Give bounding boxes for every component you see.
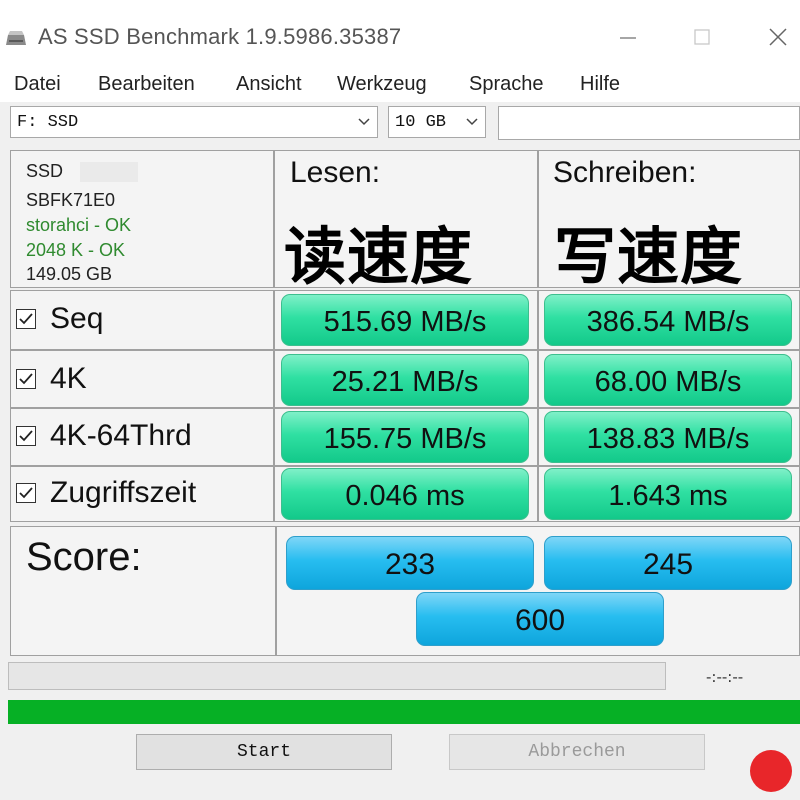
menu-ansicht[interactable]: Ansicht [236,73,302,96]
row-label-seq: Seq [16,302,103,336]
minimize-icon [620,37,636,39]
seq-write-result: 386.54 MB/s [544,294,792,346]
cancel-button[interactable]: Abbrechen [449,734,705,770]
chevron-down-icon [466,118,478,126]
start-button[interactable]: Start [136,734,392,770]
title-bar: AS SSD Benchmark 1.9.5986.35387 [0,0,800,70]
read-annotation: 读速度 [284,220,474,293]
write-column-label: Schreiben: [553,156,697,189]
drive-icon [6,31,26,45]
menu-hilfe[interactable]: Hilfe [580,73,620,96]
progress-bar [8,662,666,690]
driver-status: storahci - OK [26,215,132,235]
seq-label: Seq [50,302,104,335]
4k-label: 4K [50,362,87,395]
drive-name: SSD [26,161,64,181]
4k-read-result: 25.21 MB/s [281,354,529,406]
maximize-button[interactable] [680,16,724,56]
access-checkbox[interactable] [16,483,36,503]
row-label-4k64: 4K-64Thrd [16,419,192,453]
window-title: AS SSD Benchmark 1.9.5986.35387 [38,24,402,49]
drive-select[interactable]: F: SSD [10,106,378,138]
menu-datei[interactable]: Datei [14,73,61,96]
watermark-logo [750,750,792,792]
score-total: 600 [416,592,664,646]
elapsed-time: -:--:-- [706,668,744,686]
size-select-value: 10 GB [395,113,447,132]
drive-capacity: 149.05 GB [26,264,113,284]
close-icon [769,28,787,46]
status-bar [8,700,800,724]
menu-bar: Datei Bearbeiten Ansicht Werkzeug Sprach… [0,70,800,102]
menu-werkzeug[interactable]: Werkzeug [337,73,427,96]
checkmark-icon [19,313,33,325]
access-label: Zugriffszeit [50,476,197,509]
checkmark-icon [19,373,33,385]
row-label-4k: 4K [16,362,87,396]
menu-bearbeiten[interactable]: Bearbeiten [98,73,195,96]
size-select[interactable]: 10 GB [388,106,486,138]
4k64-write-result: 138.83 MB/s [544,411,792,463]
4k-checkbox[interactable] [16,369,36,389]
4k64-label: 4K-64Thrd [50,419,192,452]
row-label-access: Zugriffszeit [16,476,196,510]
score-label: Score: [26,535,142,579]
seq-checkbox[interactable] [16,309,36,329]
4k64-checkbox[interactable] [16,426,36,446]
info-textbox[interactable] [498,106,800,140]
read-column-label: Lesen: [290,156,381,189]
maximize-icon [694,29,710,45]
drive-select-value: F: SSD [17,113,79,132]
4k64-read-result: 155.75 MB/s [281,411,529,463]
score-write: 245 [544,536,792,590]
close-button[interactable] [756,16,800,56]
alignment-status: 2048 K - OK [26,240,126,260]
checkmark-icon [19,487,33,499]
serial-redacted [80,162,138,182]
minimize-button[interactable] [606,16,650,56]
write-annotation: 写速度 [554,220,744,293]
access-read-result: 0.046 ms [281,468,529,520]
4k-write-result: 68.00 MB/s [544,354,792,406]
seq-read-result: 515.69 MB/s [281,294,529,346]
access-write-result: 1.643 ms [544,468,792,520]
menu-sprache[interactable]: Sprache [469,73,544,96]
chevron-down-icon [358,118,370,126]
score-read: 233 [286,536,534,590]
drive-firmware: SBFK71E0 [26,190,116,210]
checkmark-icon [19,430,33,442]
